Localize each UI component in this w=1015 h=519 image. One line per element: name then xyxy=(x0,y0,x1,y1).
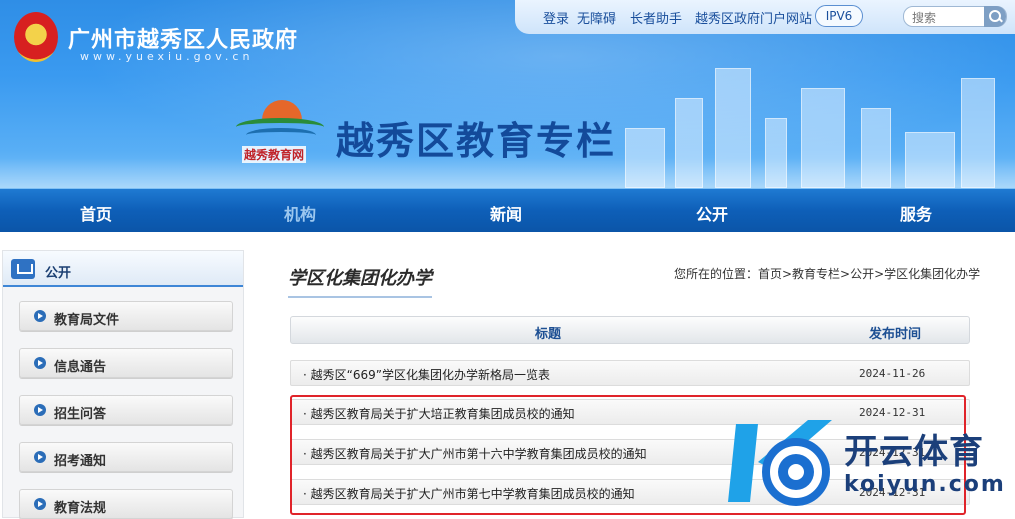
column-header-date: 发布时间 xyxy=(869,327,922,342)
sidebar-item-label: 招生问答 xyxy=(54,407,107,422)
kaiyun-logo-icon xyxy=(728,420,832,506)
row-date: 2024-11-26 xyxy=(859,367,926,380)
elder-assistant-link[interactable]: 长者助手 xyxy=(630,8,682,27)
nav-item-organization[interactable]: 机构 xyxy=(240,201,360,225)
sidebar-heading: 公开 xyxy=(3,251,243,287)
sidebar: 公开 教育局文件 信息通告 招生问答 招考通知 教育法规 xyxy=(2,250,244,519)
watermark-brand: 开云体育 xyxy=(844,432,984,472)
site-title: 越秀区教育专栏 xyxy=(336,119,617,163)
table-row[interactable]: · 越秀区“669”学区化集团化办学新格局一览表 2024-11-26 xyxy=(290,360,970,386)
sidebar-item-label: 教育法规 xyxy=(54,501,107,516)
breadcrumb[interactable]: 您所在的位置：首页>教育专栏>公开>学区化集团化办学 xyxy=(674,265,980,282)
sidebar-item-label: 教育局文件 xyxy=(54,313,120,328)
gov-portal-link[interactable]: 越秀区政府门户网站 xyxy=(695,8,812,27)
play-arrow-icon xyxy=(34,451,46,463)
main-nav: 首页 机构 新闻 公开 服务 xyxy=(0,188,1015,232)
watermark: 开云体育 koiyun.com xyxy=(724,412,1014,518)
sidebar-item-label: 招考通知 xyxy=(54,454,107,469)
education-site-logo: 越秀教育网 xyxy=(236,96,326,166)
search-placeholder: 搜索 xyxy=(912,11,937,25)
accessibility-link[interactable]: 无障碍 xyxy=(577,8,616,27)
sidebar-item-enrollment-qa[interactable]: 招生问答 xyxy=(19,395,233,425)
national-emblem-icon xyxy=(14,12,58,62)
search-input[interactable]: 搜索 xyxy=(903,6,1007,27)
top-utility-bar: 登录 无障碍 长者助手 越秀区政府门户网站 IPV6 搜索 xyxy=(515,0,1015,34)
sidebar-item-notices[interactable]: 信息通告 xyxy=(19,348,233,378)
sidebar-item-exam-notices[interactable]: 招考通知 xyxy=(19,442,233,472)
nav-item-service[interactable]: 服务 xyxy=(856,201,976,225)
play-arrow-icon xyxy=(34,404,46,416)
nav-item-news[interactable]: 新闻 xyxy=(446,201,566,225)
column-header-title: 标题 xyxy=(535,327,562,342)
login-link[interactable]: 登录 xyxy=(543,8,569,27)
nav-item-public[interactable]: 公开 xyxy=(652,201,772,225)
inbox-icon xyxy=(11,259,35,279)
nav-item-home[interactable]: 首页 xyxy=(36,201,156,225)
sidebar-item-label: 信息通告 xyxy=(54,360,107,375)
play-arrow-icon xyxy=(34,498,46,510)
site-logo-caption: 越秀教育网 xyxy=(242,146,307,163)
sidebar-item-bureau-documents[interactable]: 教育局文件 xyxy=(19,301,233,331)
watermark-url: koiyun.com xyxy=(844,472,1006,497)
row-title-link[interactable]: · 越秀区“669”学区化集团化办学新格局一览表 xyxy=(303,366,550,383)
page-title: 学区化集团化办学 xyxy=(288,264,432,298)
search-icon[interactable] xyxy=(984,6,1006,27)
play-arrow-icon xyxy=(34,357,46,369)
table-header: 标题 发布时间 xyxy=(290,316,970,344)
sidebar-item-education-laws[interactable]: 教育法规 xyxy=(19,489,233,519)
site-header: 广州市越秀区人民政府 www.yuexiu.gov.cn 登录 无障碍 长者助手… xyxy=(0,0,1015,188)
play-arrow-icon xyxy=(34,310,46,322)
sidebar-heading-label: 公开 xyxy=(45,266,72,281)
gov-url: www.yuexiu.gov.cn xyxy=(80,50,254,63)
ipv6-badge[interactable]: IPV6 xyxy=(815,5,863,27)
